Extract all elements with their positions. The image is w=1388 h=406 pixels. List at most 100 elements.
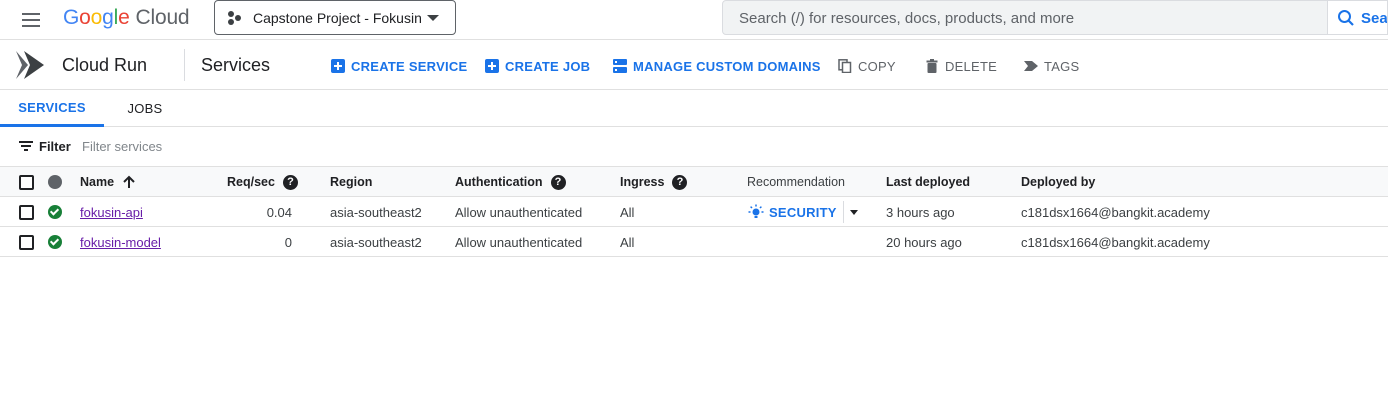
status-cell [48, 197, 62, 227]
search-icon [1338, 10, 1354, 26]
copy-button[interactable]: COPY [838, 57, 896, 75]
filter-icon[interactable] [19, 141, 33, 152]
table-row: fokusin-api 0.04 asia-southeast2 Allow u… [0, 197, 1388, 227]
req-sec-cell: 0 [284, 234, 292, 250]
google-cloud-logo[interactable]: Google Cloud [63, 6, 190, 30]
copy-icon [838, 59, 852, 73]
search-placeholder: Search (/) for resources, docs, products… [739, 10, 1075, 27]
tab-services[interactable]: SERVICES [0, 90, 104, 127]
row-select-cell [19, 227, 34, 257]
help-icon[interactable]: ? [282, 174, 298, 190]
logo-letter: o [79, 6, 91, 29]
select-all-checkbox[interactable] [19, 174, 34, 190]
manage-domains-label: MANAGE CUSTOM DOMAINS [633, 58, 821, 74]
create-job-label: CREATE JOB [505, 58, 591, 74]
authentication-cell: Allow unauthenticated [455, 234, 583, 250]
create-service-button[interactable]: CREATE SERVICE [331, 57, 467, 75]
page-title: Services [201, 55, 271, 75]
domains-icon [613, 59, 627, 73]
region-cell: asia-southeast2 [330, 204, 422, 220]
column-header-label: Recommendation [747, 175, 845, 189]
table-row: fokusin-model 0 asia-southeast2 Allow un… [0, 227, 1388, 257]
logo-letter: e [118, 6, 130, 29]
tags-label: TAGS [1044, 58, 1080, 74]
product-header: Cloud Run Services CREATE SERVICE CREATE… [0, 40, 1388, 90]
check-circle-icon [48, 235, 62, 249]
recommendation-cell: SECURITY [748, 197, 858, 227]
dropdown-caret-icon [427, 15, 439, 21]
tags-button[interactable]: TAGS [1024, 57, 1079, 75]
column-header-authentication[interactable]: Authentication ? [455, 167, 566, 197]
row-checkbox[interactable] [19, 234, 34, 250]
logo-cloud-word: Cloud [135, 6, 190, 29]
column-header-label: Last deployed [886, 175, 971, 189]
column-header-label: Name [80, 175, 115, 189]
req-sec-cell: 0.04 [266, 204, 292, 220]
project-dots-icon [228, 11, 242, 25]
add-box-icon [485, 59, 499, 73]
filter-input[interactable] [82, 135, 482, 157]
search-input[interactable]: Search (/) for resources, docs, products… [722, 0, 1328, 35]
column-header-label: Deployed by [1021, 175, 1096, 189]
column-header-recommendation: Recommendation [747, 167, 845, 197]
help-icon[interactable]: ? [550, 174, 566, 190]
status-column-icon [48, 175, 62, 189]
column-header-label: Req/sec [227, 175, 275, 189]
column-header-ingress[interactable]: Ingress ? [620, 167, 688, 197]
region-cell: asia-southeast2 [330, 234, 422, 250]
deployed-by-cell: c181dsx1664@bangkit.academy [1021, 204, 1210, 220]
project-name: Capstone Project - Fokusin [253, 10, 422, 26]
service-link[interactable]: fokusin-model [80, 235, 161, 250]
trash-icon [926, 59, 938, 73]
product-name: Cloud Run [62, 55, 148, 75]
column-header-label: Authentication [455, 175, 543, 189]
search-button-label: Sear [1361, 10, 1388, 27]
column-header-region[interactable]: Region [330, 167, 372, 197]
column-header-deployed-by[interactable]: Deployed by [1021, 167, 1095, 197]
search-button[interactable]: Sear [1327, 0, 1388, 35]
filter-label: Filter [39, 139, 71, 154]
column-header-label: Region [330, 175, 373, 189]
column-header-last-deployed[interactable]: Last deployed [886, 167, 970, 197]
add-box-icon [331, 59, 345, 73]
service-name-cell: fokusin-model [80, 227, 161, 257]
last-deployed-cell: 20 hours ago [886, 234, 962, 250]
cloud-run-logo-icon [16, 51, 44, 79]
header-divider [184, 49, 185, 81]
sort-arrow-up-icon [123, 175, 135, 188]
row-checkbox[interactable] [19, 204, 34, 220]
lightbulb-icon [748, 204, 764, 218]
column-header-req[interactable]: Req/sec ? [227, 167, 298, 197]
create-job-button[interactable]: CREATE JOB [485, 57, 590, 75]
copy-label: COPY [858, 58, 896, 74]
status-header-cell [48, 167, 62, 197]
table-header: Name Req/sec ? Region Authentication ? I… [0, 167, 1388, 197]
tag-icon [1024, 61, 1038, 71]
row-select-cell [19, 197, 34, 227]
manage-custom-domains-button[interactable]: MANAGE CUSTOM DOMAINS [613, 57, 821, 75]
logo-letter: o [90, 6, 103, 29]
column-header-name[interactable]: Name [80, 167, 136, 197]
ingress-cell: All [620, 204, 635, 220]
delete-label: DELETE [945, 58, 998, 74]
project-picker[interactable]: Capstone Project - Fokusin [214, 0, 456, 35]
status-cell [48, 227, 62, 257]
deployed-by-cell: c181dsx1664@bangkit.academy [1021, 234, 1210, 250]
security-recommendation-button[interactable]: SECURITY [748, 204, 837, 220]
help-icon[interactable]: ? [672, 174, 688, 190]
create-service-label: CREATE SERVICE [351, 58, 468, 74]
split-button-divider [842, 201, 844, 223]
service-link[interactable]: fokusin-api [80, 205, 143, 220]
filter-bar: Filter [0, 127, 1388, 167]
dropdown-caret-icon[interactable] [849, 209, 858, 215]
last-deployed-cell: 3 hours ago [886, 204, 955, 220]
hamburger-menu-icon[interactable] [20, 8, 44, 32]
authentication-cell: Allow unauthenticated [455, 204, 583, 220]
tab-jobs[interactable]: JOBS [114, 90, 176, 127]
delete-button[interactable]: DELETE [925, 57, 997, 75]
ingress-cell: All [620, 234, 635, 250]
logo-letter: g [102, 6, 114, 29]
select-all-cell [19, 167, 34, 197]
logo-letter: G [63, 6, 80, 29]
service-name-cell: fokusin-api [80, 197, 143, 227]
